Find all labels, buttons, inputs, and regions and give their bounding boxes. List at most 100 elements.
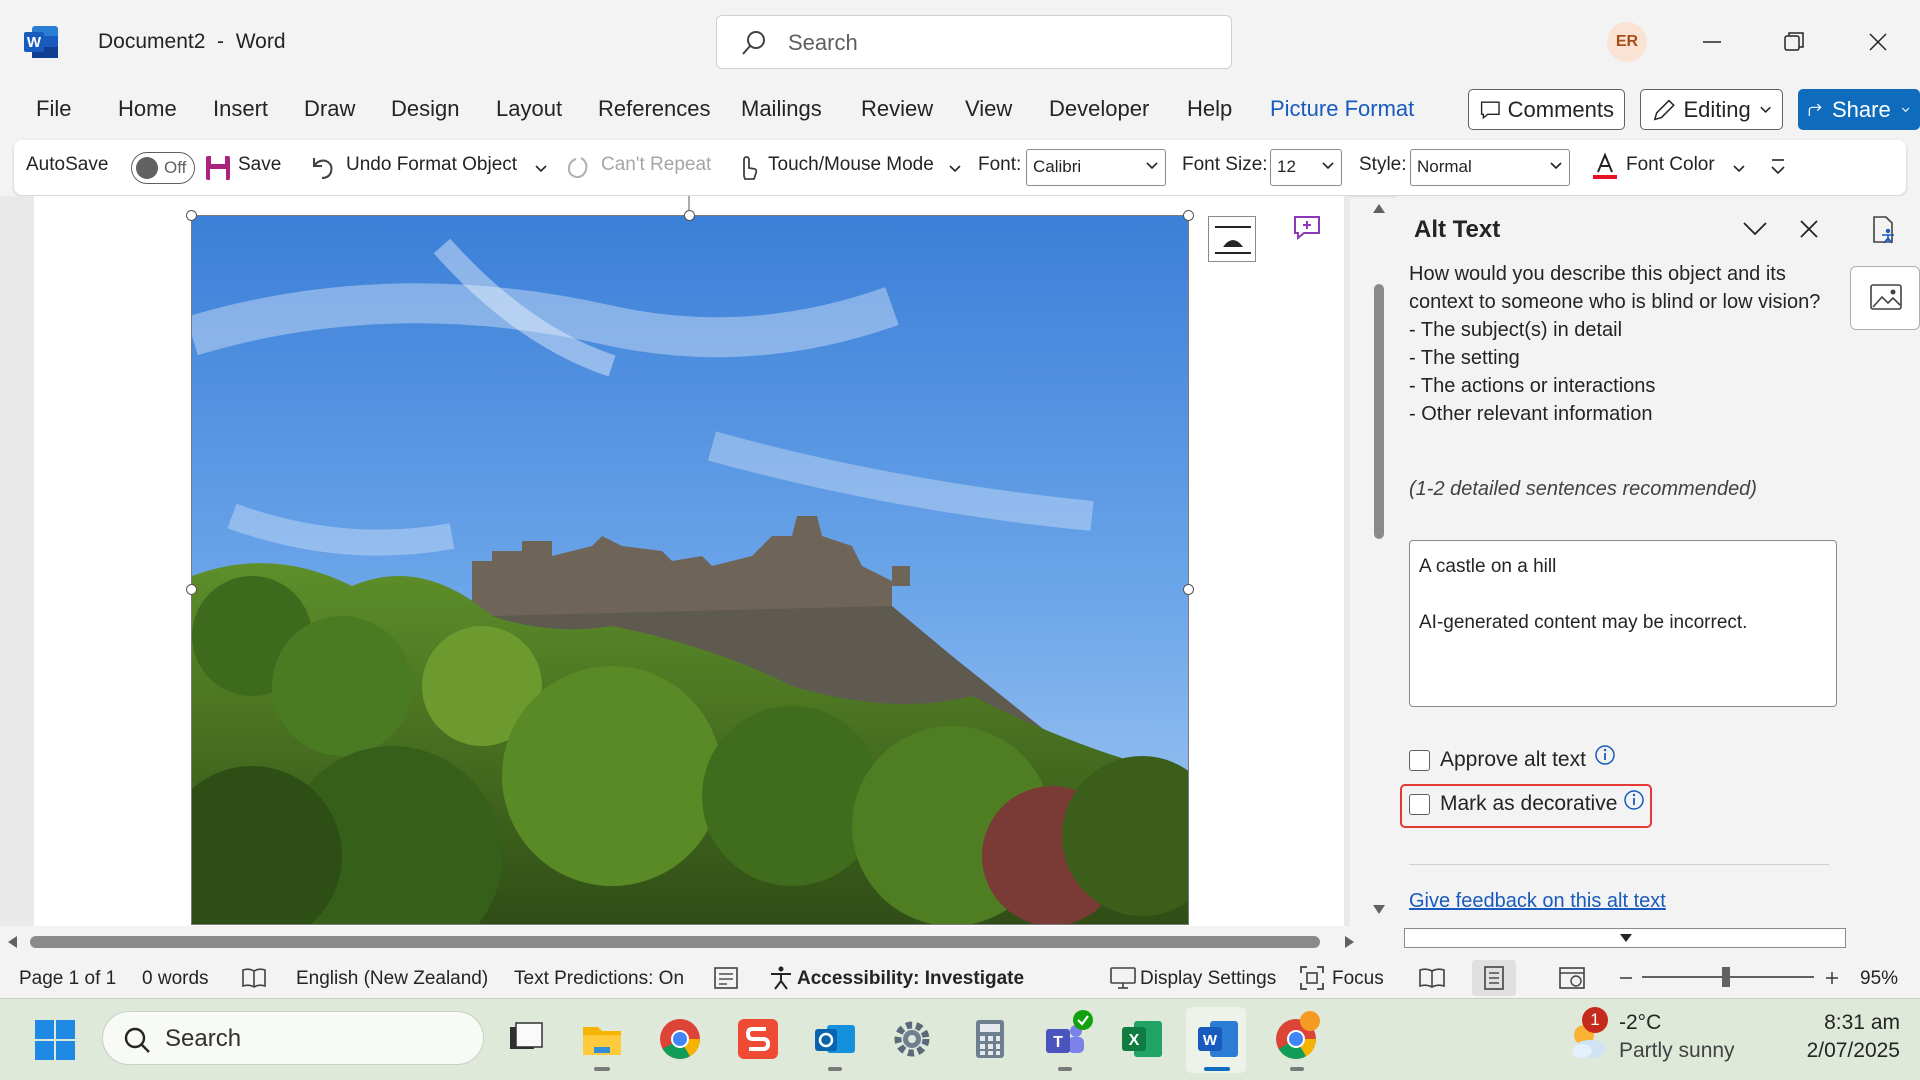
- new-comment-icon[interactable]: [1292, 214, 1322, 242]
- task-view-icon[interactable]: [504, 1017, 548, 1061]
- clock-date[interactable]: 2/07/2025: [1790, 1039, 1900, 1063]
- vertical-scrollbar[interactable]: [1366, 196, 1392, 926]
- restore-button[interactable]: [1774, 22, 1814, 62]
- file-explorer-icon[interactable]: [580, 1017, 624, 1061]
- save-button[interactable]: Save: [238, 154, 281, 176]
- scroll-left-icon[interactable]: [6, 935, 18, 949]
- chevron-down-icon[interactable]: [1732, 162, 1746, 176]
- tab-view[interactable]: View: [965, 96, 1012, 122]
- user-avatar[interactable]: ER: [1607, 22, 1647, 62]
- weather-temperature[interactable]: -2°C: [1619, 1011, 1661, 1035]
- resize-handle[interactable]: [1183, 210, 1194, 221]
- tab-insert[interactable]: Insert: [213, 96, 268, 122]
- resize-handle[interactable]: [1183, 584, 1194, 595]
- info-icon[interactable]: [1623, 789, 1645, 811]
- text-predictions[interactable]: Text Predictions: On: [514, 968, 684, 990]
- search-input[interactable]: Search: [716, 15, 1232, 69]
- horizontal-scrollbar[interactable]: [0, 930, 1354, 954]
- mark-as-decorative-checkbox[interactable]: Mark as decorative: [1409, 789, 1645, 816]
- accessibility-checker-icon[interactable]: [1868, 214, 1900, 246]
- quick-access-toolbar: AutoSave Off Save Undo Format Object Can…: [14, 140, 1906, 195]
- zoom-slider[interactable]: [1642, 967, 1814, 987]
- scroll-down-icon[interactable]: [1372, 904, 1386, 916]
- font-size-select[interactable]: 12: [1270, 149, 1342, 186]
- pane-scrollbar[interactable]: [1404, 928, 1846, 948]
- chevron-down-icon: [1550, 162, 1562, 170]
- alt-text-input[interactable]: A castle on a hill AI-generated content …: [1409, 540, 1837, 707]
- scroll-up-icon[interactable]: [1372, 202, 1386, 214]
- excel-icon[interactable]: X: [1120, 1017, 1164, 1061]
- taskbar-search[interactable]: Search: [102, 1011, 484, 1065]
- minimize-button[interactable]: [1692, 22, 1732, 62]
- clock-time[interactable]: 8:31 am: [1822, 1011, 1900, 1035]
- tab-draw[interactable]: Draw: [304, 96, 355, 122]
- scroll-thumb[interactable]: [30, 936, 1320, 948]
- approve-alt-text-checkbox[interactable]: Approve alt text: [1409, 745, 1616, 772]
- zoom-out-icon[interactable]: [1618, 970, 1634, 986]
- focus-button[interactable]: Focus: [1332, 968, 1384, 990]
- scroll-down-icon[interactable]: [1619, 933, 1633, 943]
- selected-picture[interactable]: [191, 215, 1189, 925]
- language[interactable]: English (New Zealand): [296, 968, 488, 990]
- zoom-slider-knob[interactable]: [1722, 967, 1730, 987]
- tab-developer[interactable]: Developer: [1049, 96, 1149, 122]
- accessibility-status[interactable]: Accessibility: Investigate: [797, 968, 1024, 990]
- checkbox[interactable]: [1409, 793, 1430, 815]
- weather-badge: 1: [1582, 1007, 1608, 1033]
- tab-layout[interactable]: Layout: [496, 96, 562, 122]
- layout-options-button[interactable]: [1208, 216, 1256, 262]
- repeat-button[interactable]: Can't Repeat: [601, 154, 711, 176]
- tab-help[interactable]: Help: [1187, 96, 1232, 122]
- page-count[interactable]: Page 1 of 1: [19, 968, 116, 990]
- chevron-down-icon[interactable]: [1742, 218, 1768, 238]
- snagit-icon[interactable]: [736, 1017, 780, 1061]
- tab-picture-format[interactable]: Picture Format: [1270, 96, 1414, 122]
- track-changes-icon[interactable]: [713, 966, 739, 990]
- calculator-icon[interactable]: [968, 1017, 1012, 1061]
- print-layout-button[interactable]: [1472, 960, 1516, 996]
- font-select[interactable]: Calibri: [1026, 149, 1166, 186]
- resize-handle[interactable]: [684, 210, 695, 221]
- close-icon[interactable]: [1798, 218, 1820, 240]
- touch-mode-button[interactable]: Touch/Mouse Mode: [768, 154, 934, 176]
- tab-mailings[interactable]: Mailings: [741, 96, 822, 122]
- tab-home[interactable]: Home: [118, 96, 177, 122]
- windows-start-icon[interactable]: [34, 1019, 76, 1061]
- display-settings-button[interactable]: Display Settings: [1140, 968, 1276, 990]
- chevron-down-icon[interactable]: [948, 162, 962, 176]
- scroll-thumb[interactable]: [1374, 284, 1384, 539]
- feedback-link[interactable]: Give feedback on this alt text: [1409, 890, 1666, 913]
- proofing-icon[interactable]: [241, 966, 267, 990]
- zoom-level[interactable]: 95%: [1860, 968, 1898, 990]
- chrome-icon[interactable]: [658, 1017, 702, 1061]
- chevron-down-icon[interactable]: [534, 162, 548, 176]
- web-layout-icon[interactable]: [1558, 966, 1586, 990]
- word-taskbar-icon[interactable]: W: [1196, 1017, 1240, 1061]
- tab-references[interactable]: References: [598, 96, 711, 122]
- editing-mode-button[interactable]: Editing: [1640, 89, 1783, 130]
- weather-description[interactable]: Partly sunny: [1619, 1039, 1735, 1063]
- tab-file[interactable]: File: [36, 96, 71, 122]
- undo-button[interactable]: Undo Format Object: [346, 154, 517, 176]
- font-color-button[interactable]: Font Color: [1626, 154, 1715, 176]
- read-mode-icon[interactable]: [1418, 966, 1446, 990]
- share-button[interactable]: Share: [1798, 89, 1920, 130]
- autosave-toggle[interactable]: Off: [131, 152, 195, 184]
- tab-design[interactable]: Design: [391, 96, 459, 122]
- customize-toolbar-icon[interactable]: [1768, 156, 1788, 178]
- close-window-button[interactable]: [1858, 22, 1898, 62]
- resize-handle[interactable]: [186, 210, 197, 221]
- word-count[interactable]: 0 words: [142, 968, 209, 990]
- tab-review[interactable]: Review: [861, 96, 933, 122]
- outlook-icon[interactable]: [813, 1017, 857, 1061]
- comments-button[interactable]: Comments: [1468, 89, 1625, 130]
- style-select[interactable]: Normal: [1410, 149, 1570, 186]
- settings-icon[interactable]: [890, 1017, 934, 1061]
- alt-text-rail-button[interactable]: [1850, 266, 1920, 330]
- resize-handle[interactable]: [186, 584, 197, 595]
- checkbox[interactable]: [1409, 749, 1430, 771]
- scroll-right-icon[interactable]: [1344, 935, 1356, 949]
- info-icon[interactable]: [1594, 744, 1616, 766]
- zoom-in-icon[interactable]: [1824, 970, 1840, 986]
- running-indicator: [828, 1067, 842, 1071]
